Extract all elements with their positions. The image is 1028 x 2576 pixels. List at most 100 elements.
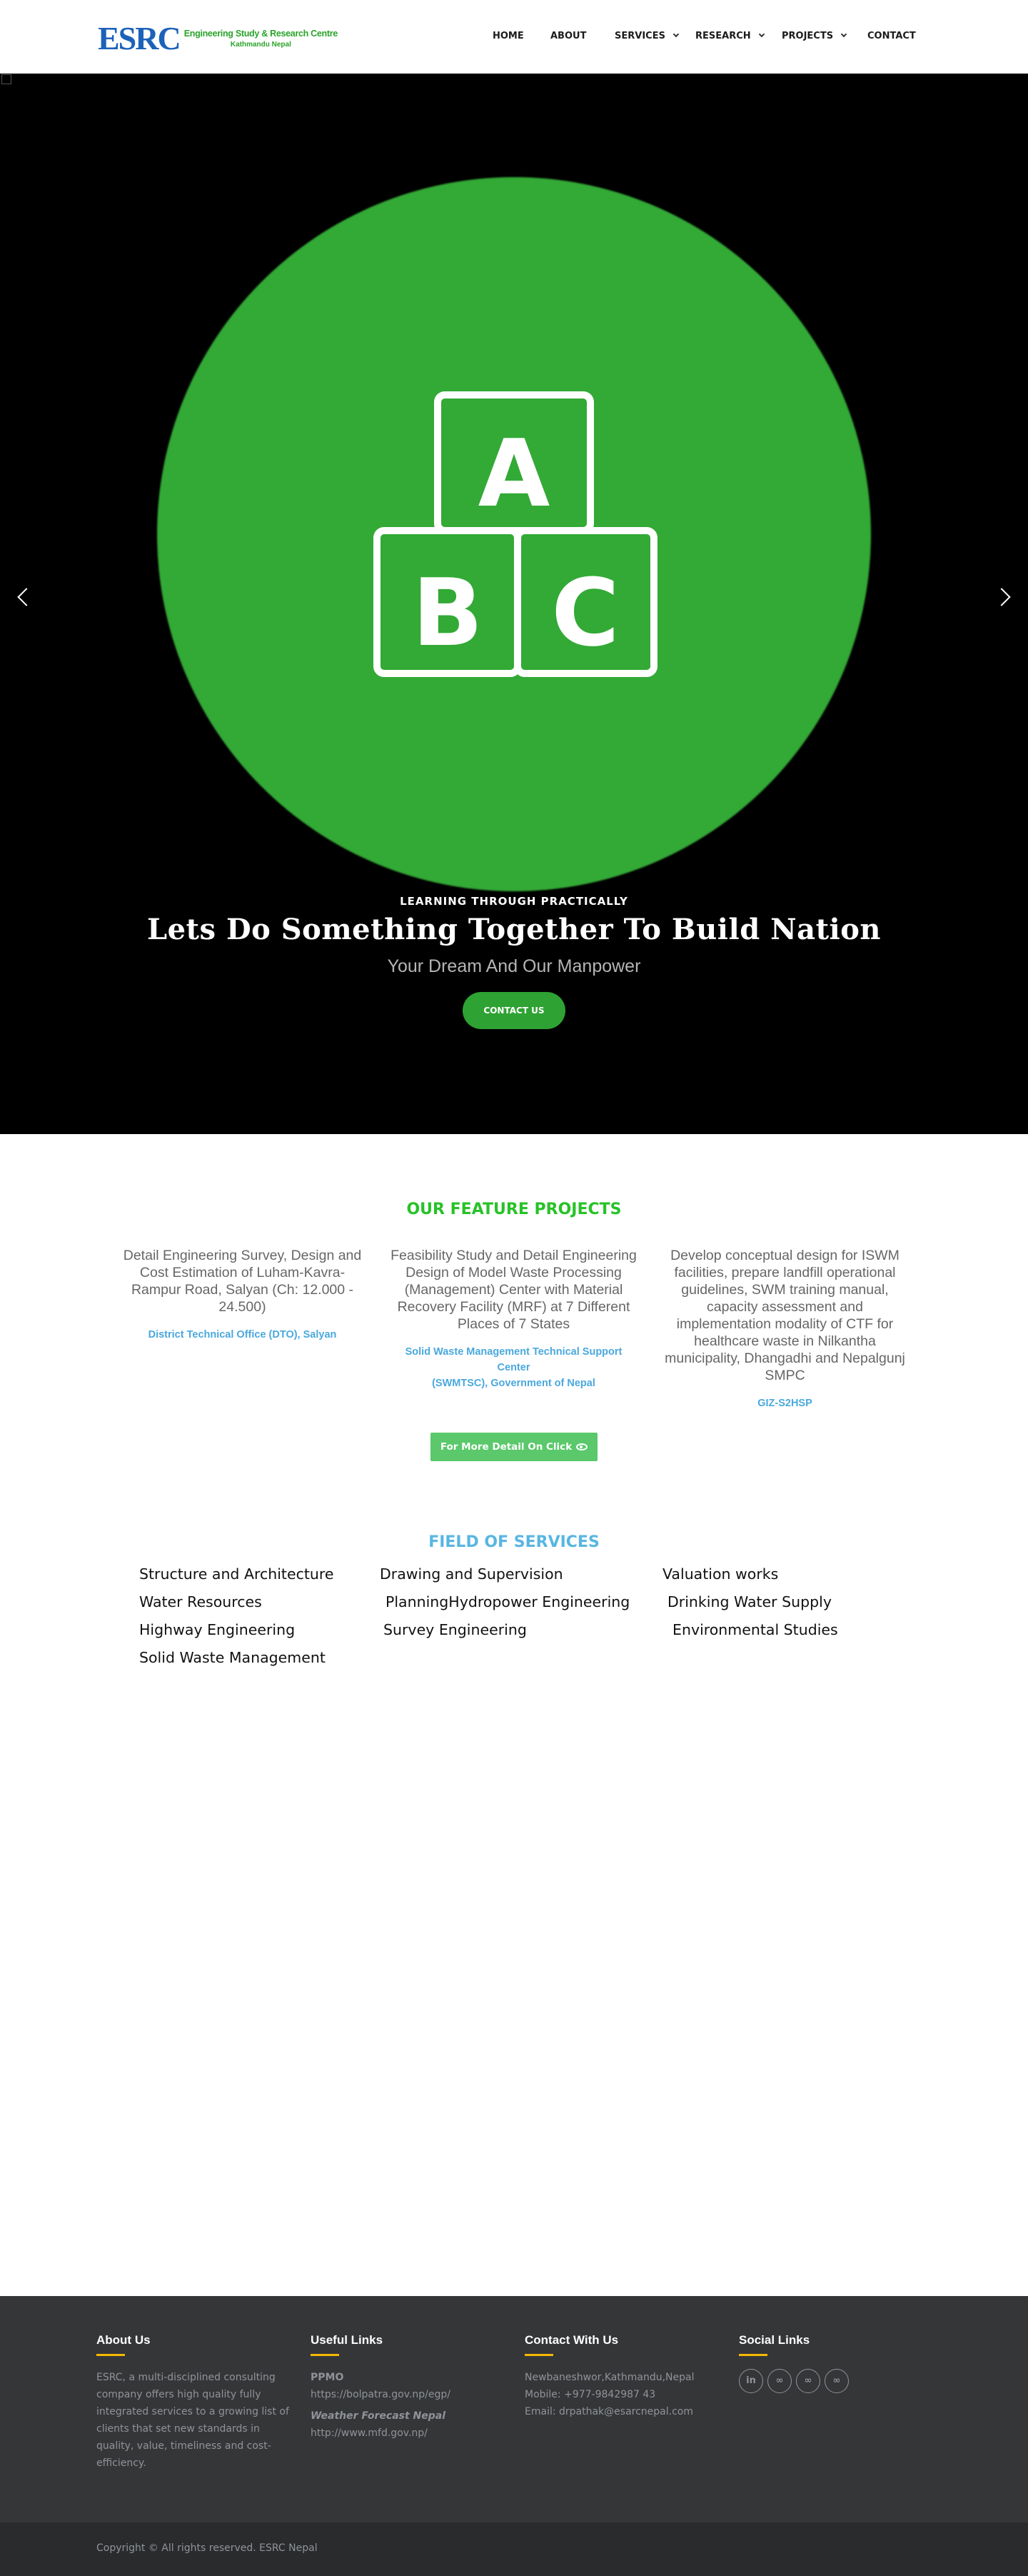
desc-line: capacity assessment and: [707, 1299, 863, 1315]
desc-line: facilities, prepare landfill operational: [674, 1265, 896, 1281]
desc-line: guidelines, SWM training manual,: [681, 1282, 889, 1298]
logo-line1: Engineering Study & Research Centre: [183, 29, 338, 39]
hero-subtitle: Your Dream And Our Manpower: [387, 956, 641, 976]
logo-text: Engineering Study & Research Centre Kath…: [184, 29, 338, 49]
block-letter-b: B: [412, 558, 483, 667]
link-icon[interactable]: ∞: [767, 2369, 792, 2393]
contact-us-button[interactable]: CONTACT US: [463, 992, 565, 1029]
about-line: clients that set new standards in: [96, 2423, 260, 2435]
project-client: GIZ-S2HSP: [662, 1395, 908, 1411]
site-footer: About Us ESRC, a multi-disciplined consu…: [0, 2296, 1028, 2522]
nav-services[interactable]: SERVICES: [615, 29, 680, 44]
logo-line2: Kathmandu Nepal: [230, 41, 291, 49]
nav-research-label: RESEARCH: [695, 31, 751, 41]
nav-projects[interactable]: PROJECTS: [782, 29, 847, 44]
footer-links: Useful Links PPMO https://bolpatra.gov.n…: [311, 2333, 510, 2442]
more-detail-label: For More Detail On Click: [440, 1441, 573, 1453]
contact-email[interactable]: Email: drpathak@esarcnepal.com: [525, 2403, 732, 2420]
link-icon[interactable]: ∞: [825, 2369, 849, 2393]
weather-link[interactable]: http://www.mfd.gov.np/: [311, 2425, 510, 2442]
copyright-text: Copyright © All rights reserved. ESRC Ne…: [96, 2542, 318, 2554]
nav-services-label: SERVICES: [615, 31, 665, 41]
service-item: Environmental Studies: [672, 1621, 838, 1638]
project-description: Feasibility Study and Detail Engineering…: [390, 1247, 637, 1333]
hero-tagline: LEARNING THROUGH PRACTICALLY: [400, 895, 628, 908]
block-letter-c: C: [551, 558, 619, 667]
chevron-down-icon: [672, 31, 680, 38]
project-description: Detail Engineering Survey, Design and Co…: [119, 1247, 366, 1315]
footer-heading: About Us: [96, 2333, 151, 2347]
copyright-bar: Copyright © All rights reserved. ESRC Ne…: [0, 2522, 1028, 2576]
contact-mobile: Mobile: +977-9842987 43: [525, 2389, 656, 2400]
project-card-1: Detail Engineering Survey, Design and Co…: [119, 1247, 366, 1343]
slider-prev-icon[interactable]: [11, 585, 36, 609]
service-item: Highway Engineering: [139, 1621, 296, 1638]
project-client: Solid Waste Management Technical Support…: [390, 1344, 637, 1391]
contact-address: Newbaneshwor,Kathmandu,Nepal: [525, 2372, 695, 2383]
footer-heading: Useful Links: [311, 2333, 383, 2347]
project-client: District Technical Office (DTO), Salyan: [119, 1327, 366, 1343]
footer-contact: Contact With Us Newbaneshwor,Kathmandu,N…: [525, 2333, 732, 2420]
chevron-down-icon: [840, 31, 847, 38]
footer-divider: [311, 2354, 339, 2356]
desc-line: Feasibility Study and Detail Engineering: [390, 1248, 637, 1263]
weather-title: Weather Forecast Nepal: [311, 2410, 446, 2422]
nav-about[interactable]: ABOUT: [550, 29, 586, 44]
site-header: ESRC Engineering Study & Research Centre…: [0, 0, 1028, 74]
linkedin-icon[interactable]: in: [739, 2369, 763, 2393]
nav-home[interactable]: HOME: [493, 29, 524, 44]
ppmo-title: PPMO: [311, 2372, 344, 2383]
client-line: Solid Waste Management Technical Support…: [405, 1346, 623, 1373]
client-line: GIZ-S2HSP: [757, 1398, 812, 1409]
nav-about-label: ABOUT: [550, 31, 587, 41]
chevron-down-icon: [758, 31, 765, 38]
slider-next-icon[interactable]: [992, 585, 1017, 609]
nav-contact[interactable]: CONTACT: [867, 29, 916, 44]
footer-divider: [739, 2354, 767, 2356]
link-icon[interactable]: ∞: [796, 2369, 820, 2393]
about-line: integrated services to a growing list of: [96, 2406, 289, 2417]
eye-icon: [576, 1443, 588, 1450]
about-line: ESRC, a multi-disciplined consulting: [96, 2372, 276, 2383]
nav-projects-label: PROJECTS: [782, 31, 834, 41]
feature-projects-title: OUR FEATURE PROJECTS: [406, 1201, 622, 1218]
footer-social: Social Links in ∞ ∞ ∞: [739, 2333, 924, 2393]
nav-research[interactable]: RESEARCH: [695, 29, 765, 44]
desc-line: Develop conceptual design for ISWM: [670, 1248, 900, 1263]
services-title: FIELD OF SERVICES: [428, 1533, 600, 1551]
footer-heading: Contact With Us: [525, 2333, 619, 2347]
desc-line: Rampur Road, Salyan (Ch: 12.000 -: [131, 1282, 354, 1298]
footer-about: About Us ESRC, a multi-disciplined consu…: [96, 2333, 296, 2472]
service-item: Drawing and Supervision: [380, 1565, 563, 1583]
about-line: company offers high quality fully: [96, 2389, 261, 2400]
client-line: District Technical Office (DTO), Salyan: [148, 1329, 337, 1340]
hero-title: Lets Do Something Together To Build Nati…: [146, 913, 881, 946]
nav-home-label: HOME: [493, 31, 524, 41]
footer-heading: Social Links: [739, 2333, 810, 2347]
desc-line: Recovery Facility (MRF) at 7 Different: [397, 1299, 630, 1315]
desc-line: Design of Model Waste Processing: [405, 1265, 622, 1281]
desc-line: Places of 7 States: [457, 1316, 570, 1332]
about-line: efficiency.: [96, 2457, 146, 2469]
service-item: Drinking Water Supply: [667, 1593, 832, 1610]
desc-line: 24.500): [218, 1299, 266, 1315]
site-logo[interactable]: ESRC Engineering Study & Research Centre…: [98, 17, 338, 60]
project-card-2: Feasibility Study and Detail Engineering…: [390, 1247, 637, 1391]
desc-line: municipality, Dhangadhi and Nepalgunj: [665, 1350, 905, 1366]
desc-line: (Management) Center with Material: [404, 1282, 623, 1298]
service-item: Solid Waste Management: [139, 1649, 326, 1666]
more-detail-button[interactable]: For More Detail On Click: [430, 1433, 598, 1461]
service-item: Survey Engineering: [383, 1621, 527, 1638]
block-letter-a: A: [478, 419, 550, 528]
desc-line: healthcare waste in Nilkantha: [694, 1333, 876, 1349]
hero-slider: A B C LEARNING THROUGH PRACTICALLY Lets …: [0, 74, 1028, 1134]
desc-line: Detail Engineering Survey, Design and: [123, 1248, 362, 1263]
footer-divider: [96, 2354, 125, 2356]
service-item: PlanningHydropower Engineering: [386, 1593, 630, 1610]
footer-about-text: ESRC, a multi-disciplined consulting com…: [96, 2369, 296, 2472]
project-description: Develop conceptual design for ISWM facil…: [662, 1247, 908, 1384]
client-line: (SWMTSC), Government of Nepal: [432, 1378, 595, 1389]
ppmo-link[interactable]: https://bolpatra.gov.np/egp/: [311, 2386, 510, 2403]
service-item: Water Resources: [139, 1593, 262, 1610]
service-item: Valuation works: [662, 1565, 779, 1583]
